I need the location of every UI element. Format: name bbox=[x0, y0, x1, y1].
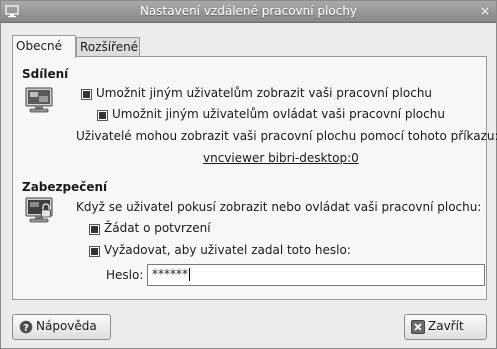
title-bar[interactable]: Nastavení vzdálené pracovní plochy × bbox=[1, 1, 496, 23]
allow-view-checkbox[interactable] bbox=[81, 89, 92, 100]
password-input[interactable]: ****** bbox=[147, 264, 485, 286]
require-password-checkbox[interactable] bbox=[89, 246, 100, 257]
svg-text:?: ? bbox=[23, 323, 29, 334]
allow-control-label[interactable]: Umožnit jiným uživatelům ovládat vaši pr… bbox=[112, 107, 445, 121]
close-button-label: Zavřít bbox=[428, 319, 464, 333]
close-icon bbox=[411, 319, 425, 334]
window-close-button[interactable]: × bbox=[477, 4, 493, 20]
security-intro-text: Když se uživatel pokusí zobrazit nebo ov… bbox=[76, 200, 482, 214]
window-menu-icon[interactable] bbox=[5, 5, 19, 18]
window-title: Nastavení vzdálené pracovní plochy bbox=[139, 4, 358, 18]
text-caret bbox=[189, 268, 190, 281]
help-icon: ? bbox=[19, 320, 33, 334]
security-heading: Zabezpečení bbox=[22, 180, 108, 194]
desktop-sharing-icon bbox=[25, 87, 53, 113]
sharing-heading: Sdílení bbox=[22, 67, 69, 81]
lock-screen-icon bbox=[25, 197, 53, 223]
allow-control-checkbox[interactable] bbox=[97, 110, 108, 121]
allow-view-label[interactable]: Umožnit jiným uživatelům zobrazit vaši p… bbox=[96, 86, 432, 100]
password-label: Heslo: bbox=[106, 268, 144, 282]
sharing-info-text: Uživatelé mohou zobrazit vaši pracovní p… bbox=[76, 129, 497, 143]
help-button-label: Nápověda bbox=[36, 319, 97, 333]
tab-general[interactable]: Obecné bbox=[12, 35, 76, 58]
close-button[interactable]: Zavřít bbox=[404, 314, 487, 340]
ask-confirmation-label[interactable]: Žádat o potvrzení bbox=[104, 221, 211, 235]
dialog-window: Nastavení vzdálené pracovní plochy × Obe… bbox=[0, 0, 497, 349]
tab-advanced[interactable]: Rozšířené bbox=[76, 37, 140, 57]
password-value: ****** bbox=[152, 267, 188, 281]
ask-confirmation-checkbox[interactable] bbox=[89, 224, 100, 235]
vnc-command-text[interactable]: vncviewer bibri-desktop:0 bbox=[203, 151, 359, 165]
require-password-label[interactable]: Vyžadovat, aby uživatel zadal toto heslo… bbox=[104, 243, 351, 257]
help-button[interactable]: ? Nápověda bbox=[12, 314, 111, 340]
